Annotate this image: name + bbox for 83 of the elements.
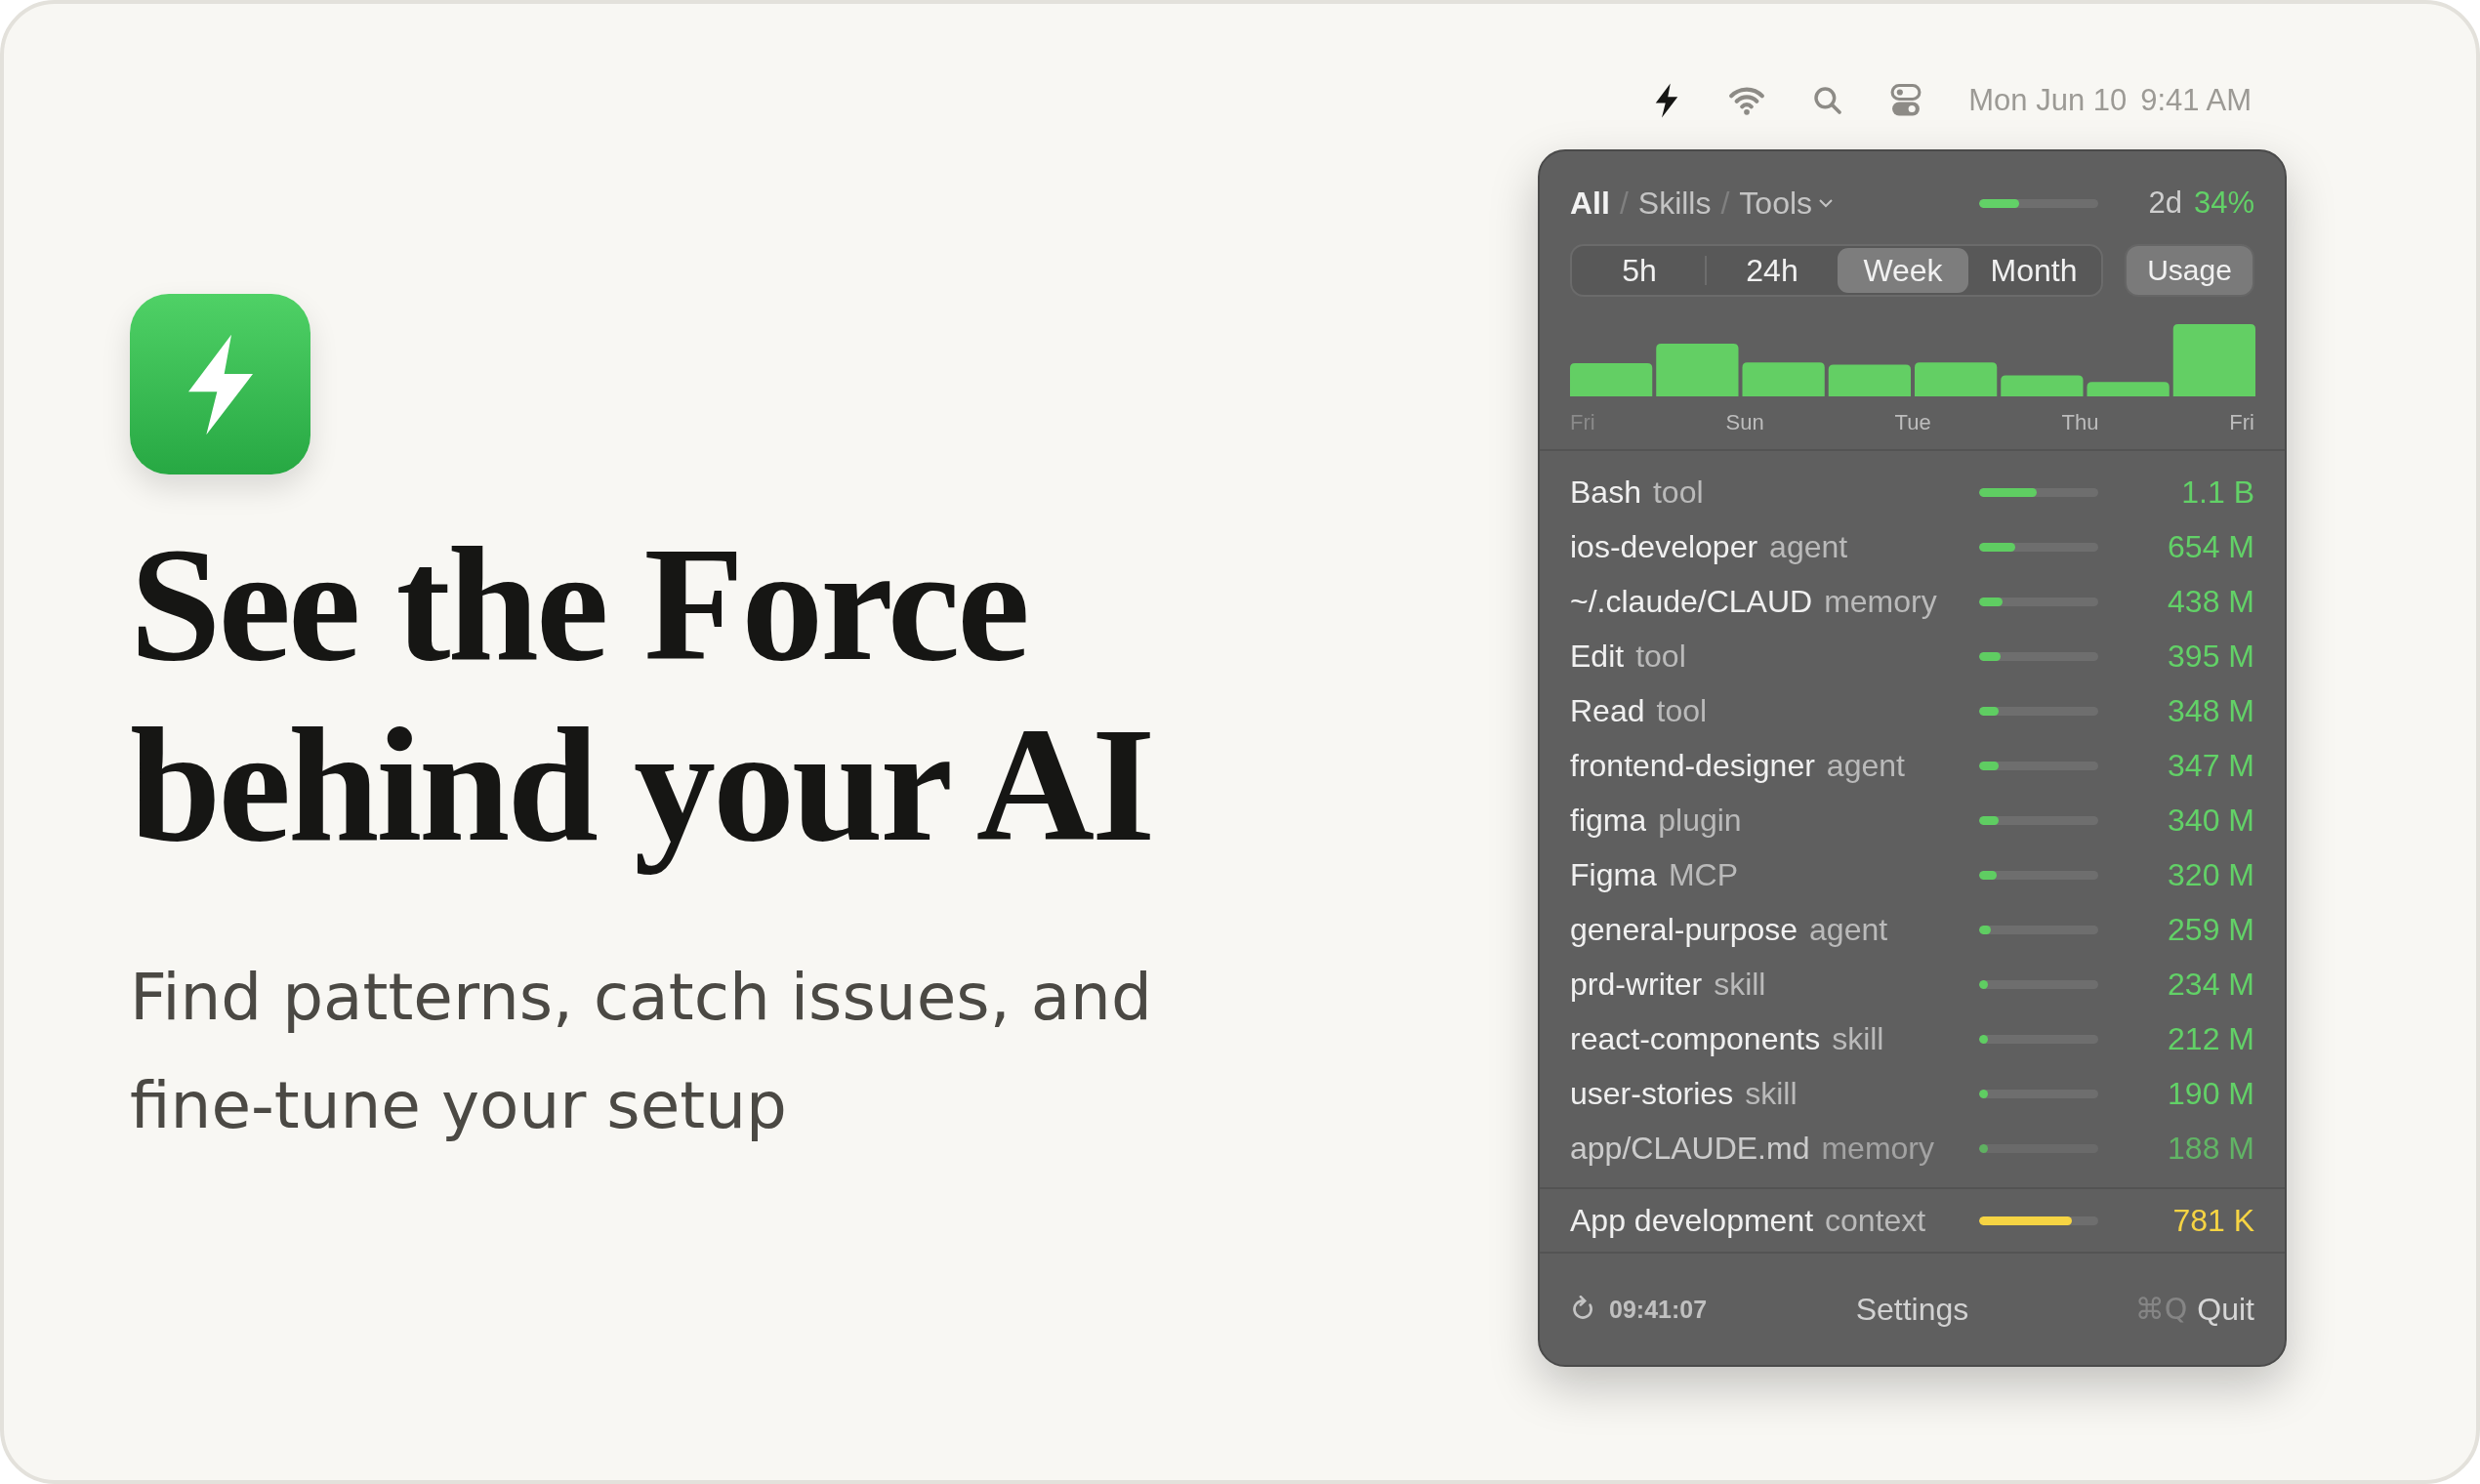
item-value: 188 M	[2167, 1130, 2254, 1167]
settings-button[interactable]: Settings	[1855, 1291, 1969, 1328]
item-type: agent	[1809, 911, 1888, 948]
item-name: figma	[1570, 802, 1647, 839]
breadcrumb-item[interactable]: Tools	[1739, 185, 1835, 222]
range-tab[interactable]: Week	[1838, 248, 1968, 293]
item-value: 320 M	[2167, 856, 2254, 893]
usage-row[interactable]: Bash tool 1.1 B	[1570, 465, 2254, 519]
item-value: 212 M	[2167, 1020, 2254, 1057]
breadcrumb-separator: /	[1619, 185, 1629, 222]
usage-row[interactable]: Edit tool 395 M	[1570, 629, 2254, 683]
item-value: 654 M	[2167, 528, 2254, 565]
item-type: tool	[1656, 692, 1708, 729]
item-name: ios-developer	[1570, 528, 1758, 565]
item-type: plugin	[1658, 802, 1742, 839]
item-value: 347 M	[2167, 747, 2254, 784]
item-name: ~/.claude/CLAUD	[1570, 583, 1813, 620]
item-name: frontend-designer	[1570, 747, 1815, 784]
chart-axis-label: Fri	[2229, 410, 2254, 435]
item-name: general-purpose	[1570, 911, 1798, 948]
menu-bar-time: 9:41 AM	[2140, 83, 2252, 118]
usage-button[interactable]: Usage	[2125, 244, 2254, 297]
item-value: 438 M	[2167, 583, 2254, 620]
context-value: 781 K	[2171, 1202, 2254, 1239]
menu-bar-date: Mon Jun 10	[1968, 83, 2128, 118]
item-value: 348 M	[2167, 692, 2254, 729]
usage-row[interactable]: ios-developer agent 654 M	[1570, 519, 2254, 574]
item-name: Read	[1570, 692, 1645, 729]
item-name: Bash	[1570, 474, 1641, 511]
subtitle: Find patterns, catch issues, and fine-tune your setup	[130, 959, 1153, 1145]
item-type: memory	[1824, 583, 1937, 620]
refresh-time: 09:41:07	[1609, 1295, 1708, 1324]
quota-period: 2d	[2148, 186, 2182, 221]
item-value: 190 M	[2167, 1075, 2254, 1112]
breadcrumb-item[interactable]: Skills	[1637, 185, 1712, 222]
app-icon	[130, 294, 310, 474]
usage-row[interactable]: general-purpose agent 259 M	[1570, 902, 2254, 957]
item-name: user-stories	[1570, 1075, 1734, 1112]
item-value: 259 M	[2167, 911, 2254, 948]
usage-row[interactable]: user-stories skill 190 M	[1570, 1066, 2254, 1121]
usage-row[interactable]: Figma MCP 320 M	[1570, 847, 2254, 902]
item-value: 395 M	[2167, 638, 2254, 675]
quota-percent: 34%	[2193, 186, 2254, 221]
usage-row[interactable]: figma plugin 340 M	[1570, 793, 2254, 847]
item-type: agent	[1769, 528, 1848, 565]
item-value: 340 M	[2167, 802, 2254, 839]
item-type: memory	[1821, 1130, 1934, 1167]
wifi-icon[interactable]	[1728, 86, 1766, 115]
item-name: Edit	[1570, 638, 1625, 675]
breadcrumb-item[interactable]: All	[1570, 185, 1610, 222]
chart-axis-label: Sun	[1725, 410, 1764, 435]
range-tab[interactable]: Month	[1968, 248, 2099, 293]
item-type: agent	[1826, 747, 1905, 784]
item-name: prd-writer	[1570, 966, 1703, 1003]
item-name: react-components	[1570, 1020, 1821, 1057]
item-type: skill	[1714, 966, 1766, 1003]
usage-row[interactable]: prd-writer skill 234 M	[1570, 957, 2254, 1011]
headline: See the Force behind your AI	[130, 514, 1154, 875]
item-type: MCP	[1668, 856, 1738, 893]
breadcrumb-separator: /	[1720, 185, 1730, 222]
range-tab[interactable]: 24h	[1707, 248, 1838, 293]
item-type: skill	[1745, 1075, 1798, 1112]
search-icon[interactable]	[1812, 85, 1844, 116]
context-name: App development	[1570, 1202, 1814, 1239]
item-type: tool	[1652, 474, 1704, 511]
usage-row[interactable]: ~/.claude/CLAUD memory 438 M	[1570, 574, 2254, 629]
chevron-down-icon	[1818, 198, 1835, 208]
chart-axis-label: Thu	[2061, 410, 2099, 435]
context-row[interactable]: App development context 781 K	[1570, 1193, 2254, 1248]
item-value: 1.1 B	[2180, 474, 2254, 511]
context-type: context	[1825, 1202, 1926, 1239]
item-type: skill	[1832, 1020, 1884, 1057]
usage-row[interactable]: Read tool 348 M	[1570, 683, 2254, 738]
chart-axis-label: Tue	[1894, 410, 1931, 435]
item-name: app/CLAUDE.md	[1570, 1130, 1810, 1167]
item-name: Figma	[1570, 856, 1657, 893]
usage-row[interactable]: react-components skill 212 M	[1570, 1011, 2254, 1066]
usage-row[interactable]: frontend-designer agent 347 M	[1570, 738, 2254, 793]
toggles-icon[interactable]	[1890, 84, 1922, 117]
item-value: 234 M	[2167, 966, 2254, 1003]
usage-row[interactable]: app/CLAUDE.md memory 188 M	[1570, 1121, 2254, 1175]
item-type: tool	[1635, 638, 1686, 675]
range-tab[interactable]: 5h	[1574, 248, 1705, 293]
